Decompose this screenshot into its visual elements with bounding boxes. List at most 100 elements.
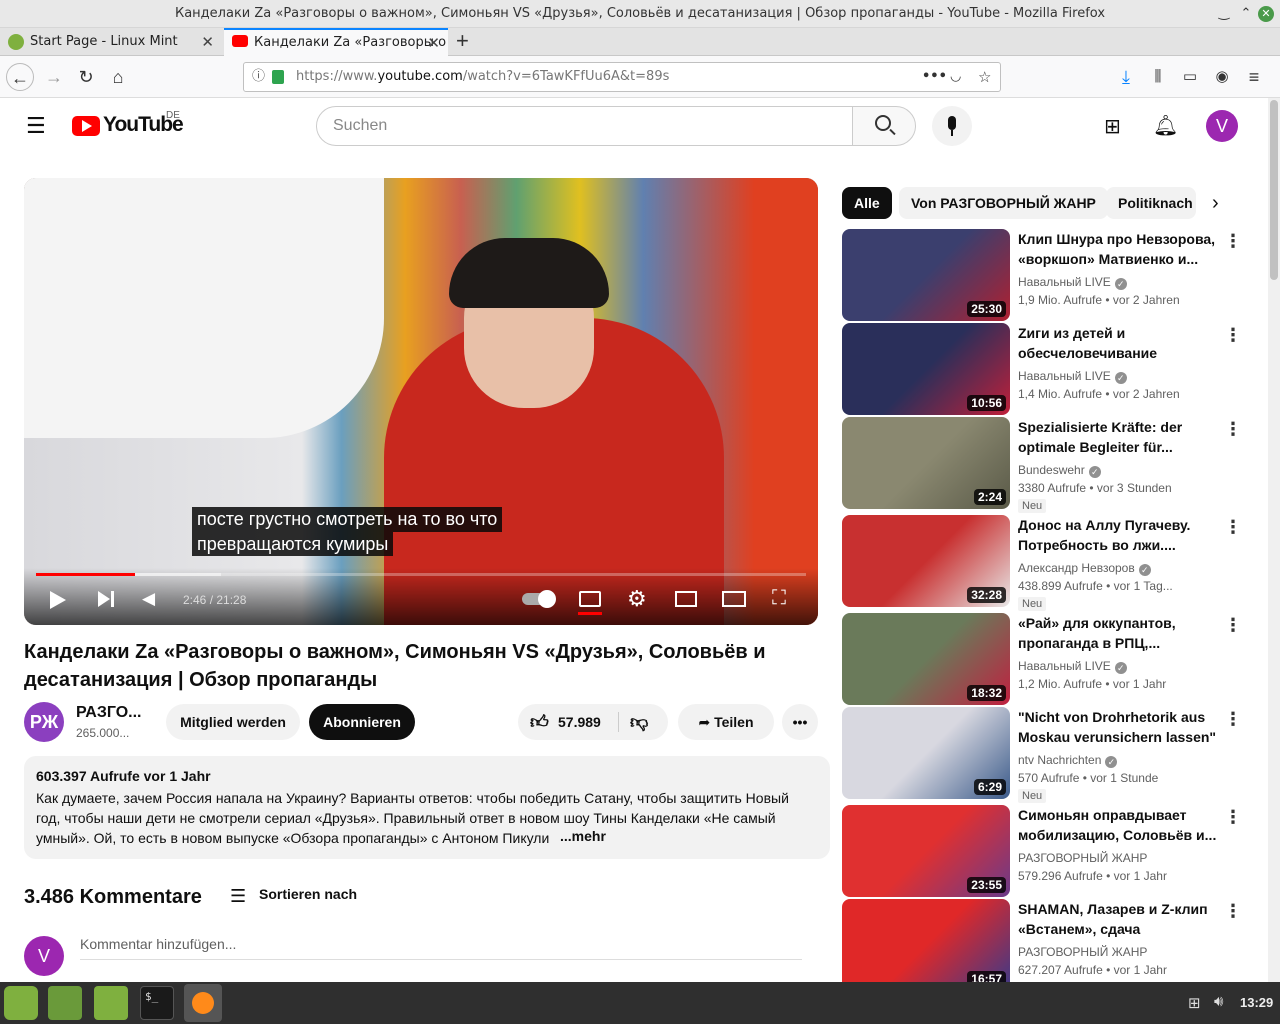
recommendation-title[interactable]: Клип Шнура про Невзорова, «воркшоп» Матв… bbox=[1018, 229, 1218, 269]
network-icon[interactable]: ⊞ bbox=[1188, 994, 1201, 1012]
more-options-icon[interactable]: ⋮ bbox=[1224, 807, 1242, 828]
join-button[interactable]: Mitglied werden bbox=[166, 704, 300, 740]
maximize-icon[interactable]: ⌃ bbox=[1238, 6, 1254, 22]
create-video-icon[interactable]: ⊞ bbox=[1104, 114, 1121, 139]
scrollbar-thumb[interactable] bbox=[1270, 100, 1278, 280]
recommendation-item[interactable]: 2:24 Spezialisierte Kräfte: der optimale … bbox=[842, 417, 1252, 513]
more-actions-icon[interactable]: ••• bbox=[782, 704, 818, 740]
new-tab-icon[interactable]: + bbox=[456, 29, 469, 53]
miniplayer-icon[interactable] bbox=[675, 591, 697, 607]
dislike-icon[interactable]: 👎︎ bbox=[630, 704, 648, 740]
show-desktop-icon[interactable] bbox=[48, 986, 82, 1020]
video-thumbnail[interactable]: 16:57 bbox=[842, 899, 1010, 982]
url-text[interactable]: https://www.youtube.com/watch?v=6TawKFfU… bbox=[296, 63, 669, 91]
minimize-icon[interactable]: ‿ bbox=[1216, 6, 1232, 22]
chip-politics[interactable]: Politiknach bbox=[1106, 187, 1196, 219]
info-icon[interactable]: ⓘ bbox=[252, 63, 265, 91]
page-actions-icon[interactable]: ••• bbox=[922, 63, 947, 91]
video-thumbnail[interactable]: 18:32 bbox=[842, 613, 1010, 705]
recommendation-title[interactable]: SHAMAN, Лазарев и Z-клип «Встанем», сдач… bbox=[1018, 899, 1218, 939]
home-icon[interactable]: ⌂ bbox=[104, 63, 132, 91]
recommendation-item[interactable]: 25:30 Клип Шнура про Невзорова, «воркшоп»… bbox=[842, 229, 1252, 321]
recommendation-title[interactable]: Симоньян оправдывает мобилизацию, Соловь… bbox=[1018, 805, 1218, 845]
library-icon[interactable]: ⫼ bbox=[1144, 63, 1172, 91]
firefox-taskbar-button[interactable] bbox=[184, 984, 222, 1022]
voice-search-button[interactable] bbox=[932, 106, 972, 146]
video-thumbnail[interactable]: 6:29 bbox=[842, 707, 1010, 799]
settings-gear-icon[interactable]: ⚙ bbox=[627, 586, 647, 612]
youtube-logo-icon[interactable] bbox=[72, 116, 100, 136]
play-icon[interactable] bbox=[50, 591, 66, 609]
share-button[interactable]: ➦ Teilen bbox=[678, 704, 774, 740]
comment-input[interactable]: Kommentar hinzufügen... bbox=[80, 936, 802, 960]
recommendation-channel[interactable]: РАЗГОВОРНЫЙ ЖАНР bbox=[1018, 945, 1147, 959]
recommendation-item[interactable]: 23:55 Симоньян оправдывает мобилизацию, С… bbox=[842, 805, 1252, 897]
reload-icon[interactable]: ↻ bbox=[72, 63, 100, 91]
like-count[interactable]: 57.989 bbox=[558, 704, 601, 740]
sidebar-icon[interactable]: ▭ bbox=[1176, 63, 1204, 91]
back-icon[interactable]: ← bbox=[6, 63, 34, 91]
more-options-icon[interactable]: ⋮ bbox=[1224, 231, 1242, 252]
channel-avatar[interactable]: PЖ bbox=[24, 702, 64, 742]
recommendation-channel[interactable]: Навальный LIVE ✓ bbox=[1018, 275, 1127, 290]
video-thumbnail[interactable]: 23:55 bbox=[842, 805, 1010, 897]
recommendation-channel[interactable]: РАЗГОВОРНЫЙ ЖАНР bbox=[1018, 851, 1147, 865]
description-box[interactable]: 603.397 Aufrufe vor 1 Jahr Как думаете, … bbox=[24, 756, 830, 859]
sort-button[interactable]: Sortieren nach bbox=[259, 886, 357, 902]
recommendation-title[interactable]: "Nicht von Drohrhetorik aus Moskau verun… bbox=[1018, 707, 1218, 747]
bookmark-star-icon[interactable]: ☆ bbox=[978, 63, 991, 91]
forward-icon[interactable]: → bbox=[40, 63, 68, 91]
more-options-icon[interactable]: ⋮ bbox=[1224, 901, 1242, 922]
theater-mode-icon[interactable] bbox=[722, 591, 746, 607]
volume-tray-icon[interactable]: 🔊︎ bbox=[1214, 993, 1223, 1010]
recommendation-channel[interactable]: Александр Невзоров ✓ bbox=[1018, 561, 1151, 576]
video-thumbnail[interactable]: 25:30 bbox=[842, 229, 1010, 321]
volume-icon[interactable]: ◀︎ bbox=[142, 589, 155, 609]
autoplay-toggle[interactable] bbox=[522, 590, 556, 608]
mint-menu-icon[interactable] bbox=[4, 986, 38, 1020]
recommendation-item[interactable]: 10:56 Zиги из детей и обесчеловечивание У… bbox=[842, 323, 1252, 415]
more-options-icon[interactable]: ⋮ bbox=[1224, 709, 1242, 730]
avatar[interactable]: V bbox=[1206, 110, 1238, 142]
pocket-icon[interactable]: ◡ bbox=[950, 63, 961, 91]
video-thumbnail[interactable]: 2:24 bbox=[842, 417, 1010, 509]
recommendation-title[interactable]: «Рай» для оккупантов, пропаганда в РПЦ,.… bbox=[1018, 613, 1218, 653]
recommendation-title[interactable]: Spezialisierte Kräfte: der optimale Begl… bbox=[1018, 417, 1218, 457]
menu-icon[interactable]: ≡ bbox=[1240, 63, 1268, 91]
file-manager-icon[interactable] bbox=[94, 986, 128, 1020]
chip-all[interactable]: Alle bbox=[842, 187, 892, 219]
next-video-icon[interactable] bbox=[98, 591, 110, 607]
video-player[interactable]: посте грустно смотреть на то во что прев… bbox=[24, 178, 818, 625]
recommendation-item[interactable]: 32:28 Донос на Аллу Пугачеву. Потребность… bbox=[842, 515, 1252, 611]
recommendation-channel[interactable]: Навальный LIVE ✓ bbox=[1018, 659, 1127, 674]
chip-channel[interactable]: Von РАЗГОВОРНЫЙ ЖАНР bbox=[899, 187, 1108, 219]
hamburger-menu-icon[interactable]: ☰ bbox=[26, 114, 46, 138]
recommendation-item[interactable]: 18:32 «Рай» для оккупантов, пропаганда в … bbox=[842, 613, 1252, 705]
more-options-icon[interactable]: ⋮ bbox=[1224, 325, 1242, 346]
subtitles-icon[interactable] bbox=[579, 591, 601, 607]
progress-bar[interactable] bbox=[36, 573, 806, 576]
recommendation-channel[interactable]: Навальный LIVE ✓ bbox=[1018, 369, 1127, 384]
like-icon[interactable]: 👍︎ bbox=[530, 704, 549, 740]
recommendation-item[interactable]: 16:57 SHAMAN, Лазарев и Z-клип «Встанем»,… bbox=[842, 899, 1252, 982]
fullscreen-icon[interactable]: ⛶ bbox=[772, 587, 786, 610]
downloads-icon[interactable]: ⤓ bbox=[1112, 63, 1140, 91]
recommendation-item[interactable]: 6:29 "Nicht von Drohrhetorik aus Moskau v… bbox=[842, 707, 1252, 803]
recommendation-title[interactable]: Zиги из детей и обесчеловечивание Украин… bbox=[1018, 323, 1218, 363]
url-bar[interactable]: ⓘ https://www.youtube.com/watch?v=6TawKF… bbox=[243, 62, 1001, 92]
more-options-icon[interactable]: ⋮ bbox=[1224, 615, 1242, 636]
chevron-right-icon[interactable]: › bbox=[1212, 192, 1219, 215]
sort-icon[interactable]: ☰ bbox=[230, 886, 246, 907]
channel-name[interactable]: РАЗГО... bbox=[76, 704, 141, 722]
tab-youtube[interactable]: Канделаки Za «Разговоры о ✕ bbox=[224, 28, 448, 56]
recommendation-channel[interactable]: ntv Nachrichten ✓ bbox=[1018, 753, 1118, 768]
close-tab-icon[interactable]: ✕ bbox=[427, 30, 440, 56]
account-icon[interactable]: ◉ bbox=[1208, 63, 1236, 91]
tab-start-page[interactable]: Start Page - Linux Mint ✕ bbox=[0, 28, 222, 56]
notifications-bell-icon[interactable]: 🔔︎ bbox=[1153, 113, 1178, 138]
search-button[interactable] bbox=[852, 106, 916, 146]
terminal-icon[interactable]: $_ bbox=[140, 986, 174, 1020]
more-options-icon[interactable]: ⋮ bbox=[1224, 419, 1242, 440]
show-more-link[interactable]: ...mehr bbox=[556, 828, 606, 844]
search-input[interactable]: Suchen bbox=[316, 106, 853, 146]
